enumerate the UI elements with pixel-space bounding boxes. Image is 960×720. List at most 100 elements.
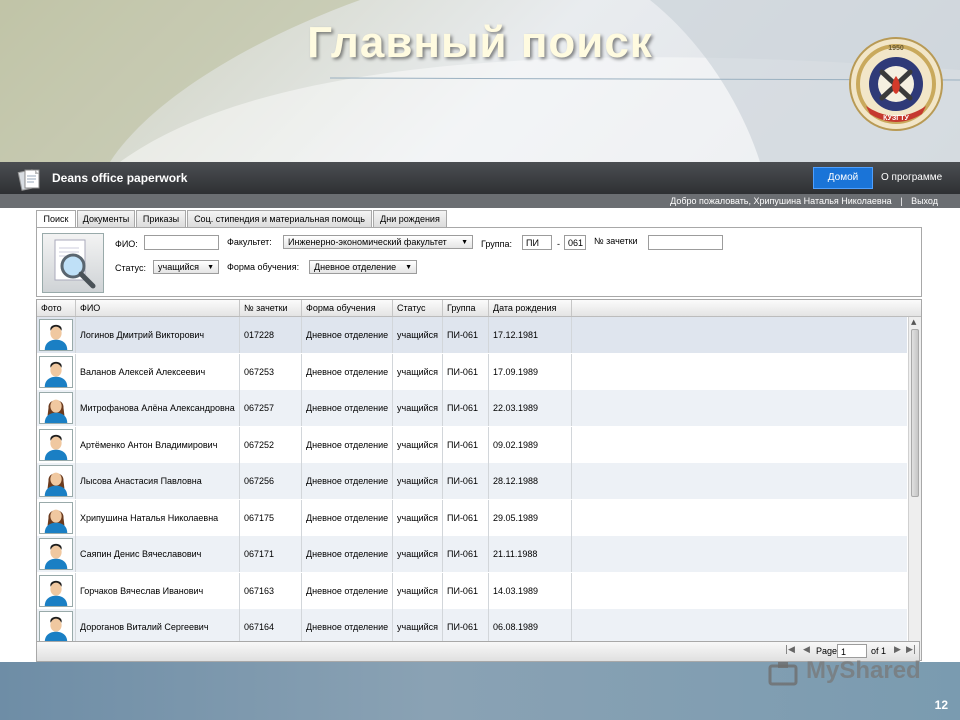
col-birth-date[interactable]: Дата рождения — [489, 300, 572, 316]
status-select-value: учащийся — [158, 262, 200, 272]
grid-vertical-scrollbar[interactable]: ▲ ▼ — [908, 317, 921, 660]
col-record-book[interactable]: № зачетки — [240, 300, 302, 316]
nav-about-link[interactable]: О программе — [881, 172, 942, 183]
logout-link[interactable]: Выход — [911, 196, 938, 206]
tab-search[interactable]: Поиск — [36, 210, 76, 228]
cell-record-book: 067171 — [240, 536, 302, 572]
cell-fio: Хрипушина Наталья Николаевна — [76, 499, 240, 536]
group-label: Группа: — [481, 239, 513, 249]
col-photo[interactable]: Фото — [37, 300, 76, 316]
cell-group: ПИ-061 — [443, 317, 489, 353]
cell-group: ПИ-061 — [443, 463, 489, 499]
cell-birth-date: 28.12.1988 — [489, 463, 572, 499]
cell-group: ПИ-061 — [443, 353, 489, 390]
faculty-select[interactable]: Инженерно-экономический факультет ▼ — [283, 235, 473, 249]
app-title: Deans office paperwork — [52, 171, 188, 185]
cell-study-form: Дневное отделение — [302, 426, 393, 463]
cell-photo — [37, 609, 76, 645]
cell-fio: Саяпин Денис Вячеславович — [76, 536, 240, 572]
welcome-bar: Добро пожаловать, Хрипушина Наталья Нико… — [0, 194, 960, 208]
table-row[interactable]: Логинов Дмитрий Викторович 017228 Дневное … — [37, 317, 907, 354]
documents-logo-icon — [17, 169, 40, 191]
study-form-select[interactable]: Дневное отделение ▼ — [309, 260, 417, 274]
cell-status: учащийся — [393, 317, 443, 353]
group-dash: - — [557, 239, 560, 249]
prev-page-icon[interactable]: ◀ — [803, 645, 810, 655]
cell-record-book: 067175 — [240, 499, 302, 536]
fio-input[interactable] — [144, 235, 219, 250]
cell-status: учащийся — [393, 572, 443, 609]
emblem-year: 1950 — [888, 45, 904, 52]
cell-fio: Валанов Алексей Алексеевич — [76, 353, 240, 390]
cell-status: учащийся — [393, 390, 443, 426]
table-row[interactable]: Митрофанова Алёна Александровна 067257 Дне… — [37, 390, 907, 427]
cell-study-form: Дневное отделение — [302, 463, 393, 499]
app-header: Deans office paperwork Домой О программе — [0, 162, 960, 194]
cell-photo — [37, 499, 76, 536]
student-avatar-icon — [39, 501, 73, 534]
tab-orders[interactable]: Приказы — [136, 210, 186, 227]
table-row[interactable]: Горчаков Вячеслав Иванович 067163 Дневное … — [37, 572, 907, 610]
scroll-thumb[interactable] — [911, 329, 919, 497]
cell-status: учащийся — [393, 609, 443, 645]
cell-study-form: Дневное отделение — [302, 390, 393, 426]
cell-fio: Логинов Дмитрий Викторович — [76, 317, 240, 353]
cell-birth-date: 22.03.1989 — [489, 390, 572, 426]
tab-social-scholarship[interactable]: Соц. стипендия и материальная помощь — [187, 210, 372, 227]
first-page-icon[interactable]: |◀ — [785, 645, 795, 655]
group-number-input[interactable]: 061 — [564, 235, 586, 250]
cell-photo — [37, 536, 76, 572]
emblem-text: КУЗГТУ — [883, 115, 909, 122]
page-input[interactable]: 1 — [837, 644, 867, 658]
tab-documents[interactable]: Документы — [77, 210, 135, 227]
cell-fio: Митрофанова Алёна Александровна — [76, 390, 240, 426]
col-fio[interactable]: ФИО — [76, 300, 240, 316]
col-status[interactable]: Статус — [393, 300, 443, 316]
next-page-icon[interactable]: ▶ — [894, 645, 901, 655]
nav-home-button[interactable]: Домой — [813, 167, 873, 189]
col-group[interactable]: Группа — [443, 300, 489, 316]
cell-birth-date: 17.12.1981 — [489, 317, 572, 353]
study-form-label: Форма обучения: — [227, 262, 300, 272]
group-prefix-input[interactable]: ПИ — [522, 235, 552, 250]
cell-status: учащийся — [393, 499, 443, 536]
grid-header: Фото ФИО № зачетки Форма обучения Статус… — [37, 300, 921, 317]
cell-fio: Горчаков Вячеслав Иванович — [76, 572, 240, 609]
student-avatar-icon — [39, 355, 73, 388]
faculty-label: Факультет: — [227, 237, 272, 247]
tab-birthdays[interactable]: Дни рождения — [373, 210, 447, 227]
watermark-icon — [768, 662, 798, 686]
table-row[interactable]: Артёменко Антон Владимирович 067252 Дневно… — [37, 426, 907, 464]
cell-record-book: 067164 — [240, 609, 302, 645]
cell-group: ПИ-061 — [443, 536, 489, 572]
table-row[interactable]: Саяпин Денис Вячеславович 067171 Дневное о… — [37, 536, 907, 573]
record-book-input[interactable] — [648, 235, 723, 250]
cell-group: ПИ-061 — [443, 572, 489, 609]
university-emblem-icon: КУЗГТУ 1950 — [849, 37, 943, 131]
cell-study-form: Дневное отделение — [302, 353, 393, 390]
welcome-text: Добро пожаловать, Хрипушина Наталья Нико… — [670, 196, 892, 206]
cell-record-book: 067257 — [240, 390, 302, 426]
slide-number: 12 — [934, 698, 948, 712]
table-row[interactable]: Лысова Анастасия Павловна 067256 Дневное о… — [37, 463, 907, 500]
slide-title: Главный поиск — [307, 18, 653, 67]
table-row[interactable]: Хрипушина Наталья Николаевна 067175 Дневно… — [37, 499, 907, 537]
cell-group: ПИ-061 — [443, 390, 489, 426]
student-avatar-icon — [39, 574, 73, 607]
cell-record-book: 067252 — [240, 426, 302, 463]
status-select[interactable]: учащийся ▼ — [153, 260, 219, 274]
study-form-select-value: Дневное отделение — [314, 262, 397, 272]
student-avatar-icon — [39, 319, 73, 351]
fio-label: ФИО: — [115, 239, 138, 249]
cell-photo — [37, 426, 76, 463]
col-study-form[interactable]: Форма обучения — [302, 300, 393, 316]
cell-birth-date: 06.08.1989 — [489, 609, 572, 645]
scroll-up-icon[interactable]: ▲ — [911, 318, 916, 326]
status-label: Статус: — [115, 263, 146, 273]
table-row[interactable]: Валанов Алексей Алексеевич 067253 Дневное … — [37, 353, 907, 391]
cell-status: учащийся — [393, 463, 443, 499]
cell-study-form: Дневное отделение — [302, 317, 393, 353]
cell-photo — [37, 572, 76, 609]
cell-photo — [37, 317, 76, 353]
last-page-icon[interactable]: ▶| — [906, 645, 916, 655]
